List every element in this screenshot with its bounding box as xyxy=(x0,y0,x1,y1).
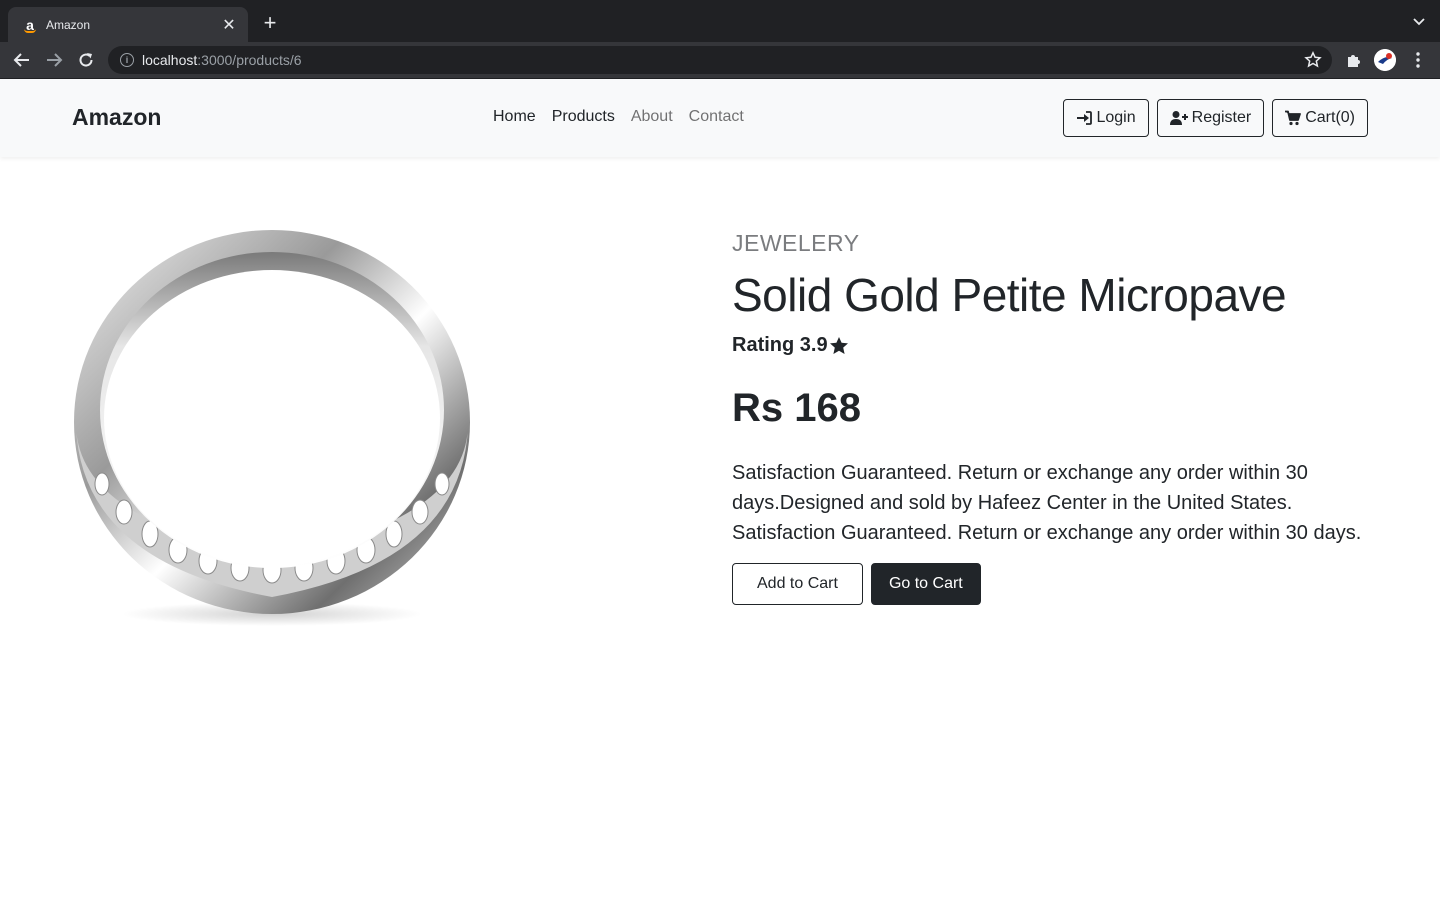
product-rating: Rating 3.9 xyxy=(732,334,849,357)
register-label: Register xyxy=(1191,109,1252,126)
sign-in-icon xyxy=(1077,111,1093,125)
tab-close-icon[interactable]: ✕ xyxy=(220,15,238,35)
site-navbar: Amazon Home Products About Contact Login… xyxy=(0,79,1440,157)
go-to-cart-button[interactable]: Go to Cart xyxy=(870,563,981,605)
nav-links: Home Products About Contact xyxy=(493,108,744,126)
brand-logo[interactable]: Amazon xyxy=(72,104,161,131)
nav-actions: Login Register Cart(0) xyxy=(1063,99,1368,137)
url-path: :3000/products/6 xyxy=(197,52,302,68)
cart-button[interactable]: Cart(0) xyxy=(1272,99,1368,137)
site-info-icon[interactable]: i xyxy=(120,53,134,67)
login-label: Login xyxy=(1096,109,1136,126)
product-image xyxy=(74,230,470,626)
address-bar[interactable]: i localhost:3000/products/6 xyxy=(108,46,1332,74)
profile-avatar[interactable] xyxy=(1374,49,1396,71)
browser-tab[interactable]: a Amazon ✕ xyxy=(8,7,248,42)
star-icon xyxy=(829,336,848,354)
product-title: Solid Gold Petite Micropave xyxy=(732,269,1287,321)
register-button[interactable]: Register xyxy=(1156,99,1265,137)
product-price: Rs 168 xyxy=(732,386,861,430)
bookmark-star-icon[interactable] xyxy=(1304,51,1322,69)
back-icon[interactable] xyxy=(10,48,34,72)
product-description: Satisfaction Guaranteed. Return or excha… xyxy=(732,462,1362,544)
user-plus-icon xyxy=(1169,111,1188,125)
nav-link-products[interactable]: Products xyxy=(552,108,615,126)
extensions-puzzle-icon[interactable] xyxy=(1342,48,1366,72)
nav-link-home[interactable]: Home xyxy=(493,108,536,126)
shopping-cart-icon xyxy=(1285,110,1302,126)
url-host: localhost xyxy=(142,52,198,68)
product-actions: Add to Cart Go to Cart xyxy=(732,563,981,605)
product-category: JEWELERY xyxy=(732,230,860,256)
nav-link-about[interactable]: About xyxy=(631,108,673,126)
cart-label: Cart(0) xyxy=(1305,109,1355,126)
add-to-cart-button[interactable]: Add to Cart xyxy=(732,563,863,605)
browser-toolbar: i localhost:3000/products/6 xyxy=(0,42,1440,78)
login-button[interactable]: Login xyxy=(1063,99,1149,137)
tab-search-chevron-icon[interactable] xyxy=(1412,14,1426,28)
browser-tab-bar: a Amazon ✕ + xyxy=(0,0,1440,42)
new-tab-icon[interactable]: + xyxy=(258,12,282,36)
browser-menu-icon[interactable] xyxy=(1406,48,1430,72)
rating-label: Rating 3.9 xyxy=(732,334,828,356)
nav-link-contact[interactable]: Contact xyxy=(689,108,744,126)
reload-icon[interactable] xyxy=(74,48,98,72)
forward-icon[interactable] xyxy=(42,48,66,72)
tab-title: Amazon xyxy=(46,17,91,32)
amazon-favicon-icon: a xyxy=(22,17,38,33)
